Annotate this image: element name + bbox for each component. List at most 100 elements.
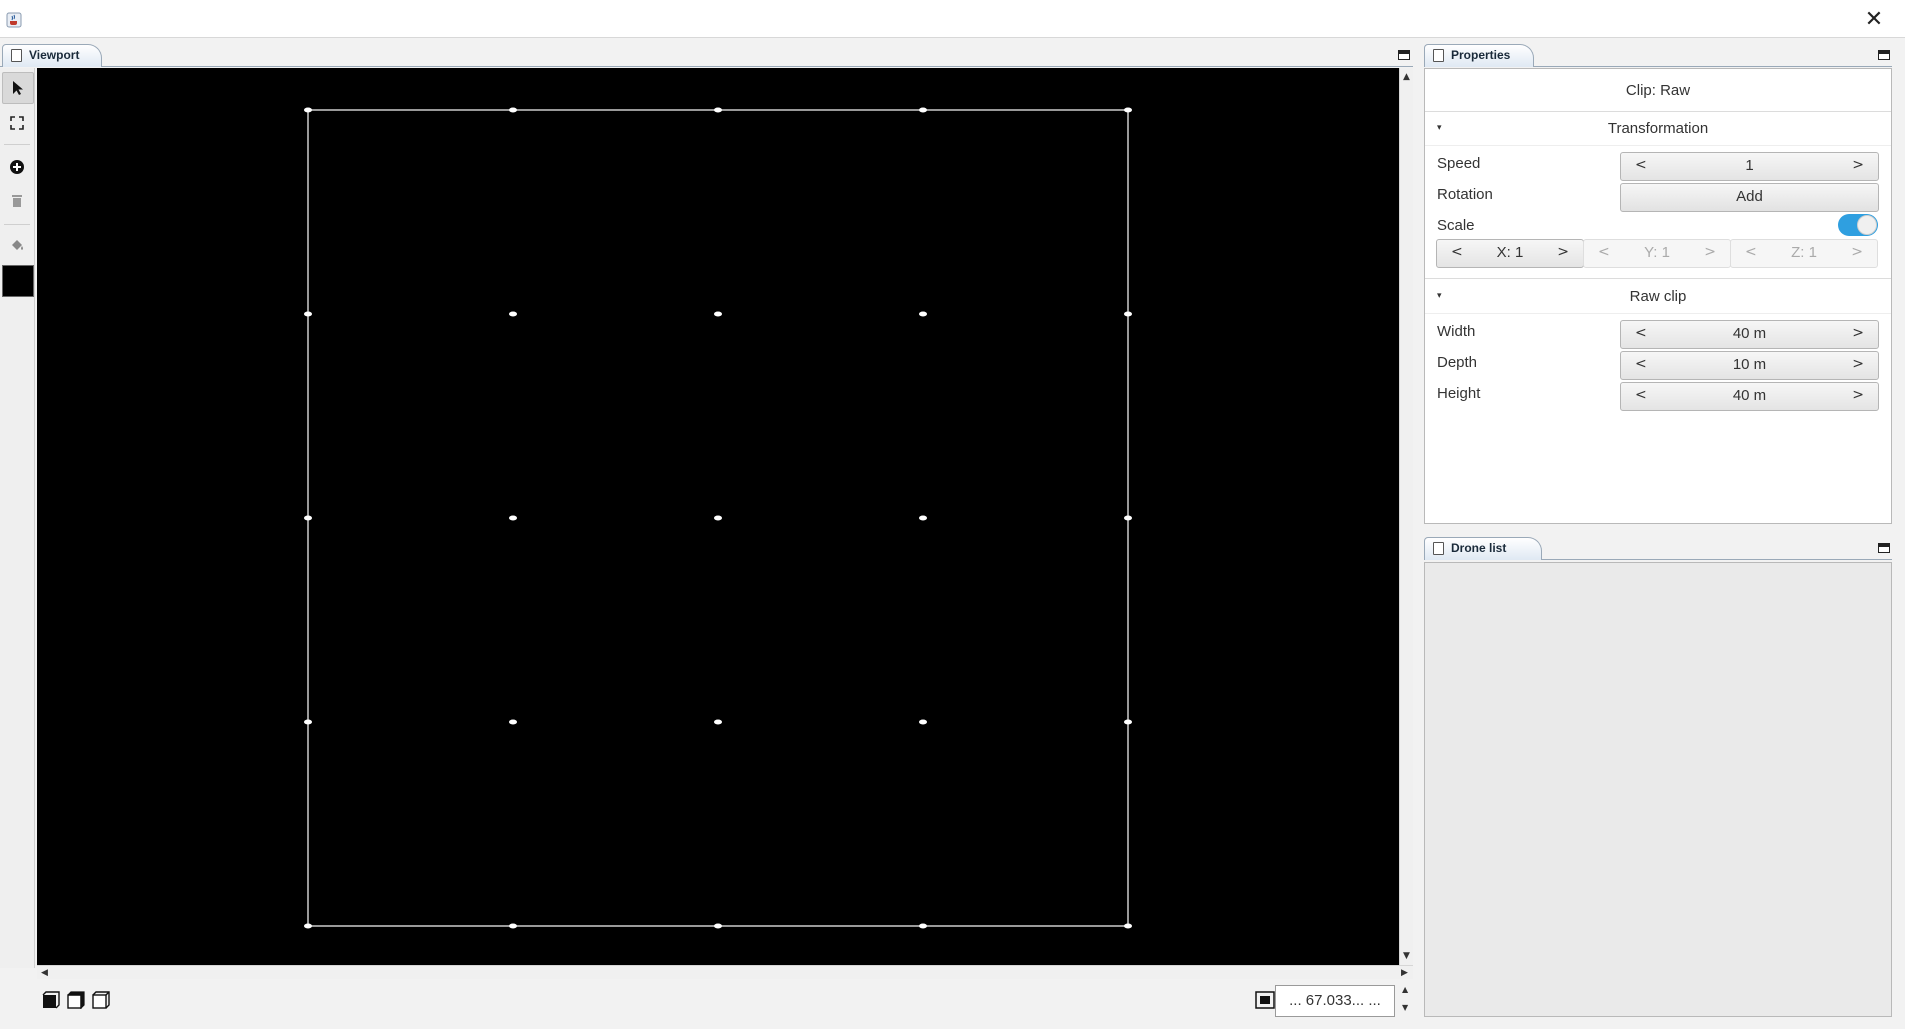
height-value[interactable]: 40 m bbox=[1651, 387, 1848, 404]
java-cup-icon bbox=[6, 12, 22, 28]
viewport-vertical-scrollbar[interactable]: ▲ ▼ bbox=[1399, 68, 1413, 965]
side-view-icon[interactable] bbox=[67, 991, 85, 1009]
raw-clip-section-header[interactable]: ▾ Raw clip bbox=[1425, 281, 1891, 313]
zoom-spinner[interactable]: ▲ ▼ bbox=[1399, 983, 1413, 1019]
drone-handle[interactable] bbox=[714, 923, 722, 929]
fit-view-icon[interactable] bbox=[1255, 991, 1275, 1009]
scale-x-spinner[interactable]: < X: 1 > bbox=[1436, 239, 1584, 268]
drone-handle[interactable] bbox=[919, 515, 927, 521]
properties-tabstrip: Properties bbox=[1424, 42, 1892, 67]
depth-label: Depth bbox=[1437, 354, 1478, 371]
drone-handle[interactable] bbox=[304, 515, 312, 521]
scale-label: Scale bbox=[1437, 217, 1475, 234]
scale-x-value[interactable]: X: 1 bbox=[1467, 244, 1553, 261]
drone-handle[interactable] bbox=[509, 923, 517, 929]
depth-value[interactable]: 10 m bbox=[1651, 356, 1848, 373]
zoom-up-icon[interactable]: ▲ bbox=[1402, 985, 1408, 995]
increment-icon[interactable]: > bbox=[1852, 356, 1864, 372]
paint-bucket-icon bbox=[12, 240, 23, 250]
drone-handle[interactable] bbox=[509, 719, 517, 725]
scroll-down-icon[interactable]: ▼ bbox=[1403, 951, 1410, 961]
depth-spinner[interactable]: < 10 m > bbox=[1620, 351, 1879, 380]
increment-icon: > bbox=[1704, 244, 1716, 260]
drone-handle[interactable] bbox=[1124, 311, 1132, 317]
increment-icon[interactable]: > bbox=[1557, 244, 1569, 260]
height-spinner[interactable]: < 40 m > bbox=[1620, 382, 1879, 411]
drone-handle[interactable] bbox=[509, 107, 517, 113]
increment-icon: > bbox=[1851, 244, 1863, 260]
drone-handle[interactable] bbox=[304, 719, 312, 725]
decrement-icon[interactable]: < bbox=[1635, 356, 1647, 372]
drone-list-tabstrip: Drone list bbox=[1424, 535, 1892, 560]
front-view-icon[interactable] bbox=[42, 991, 60, 1009]
viewport-bottom-bar bbox=[37, 981, 1413, 1019]
decrement-icon: < bbox=[1745, 244, 1757, 260]
increment-icon[interactable]: > bbox=[1852, 387, 1864, 403]
drone-handle[interactable] bbox=[1124, 107, 1132, 113]
tab-properties[interactable]: Properties bbox=[1424, 44, 1534, 67]
color-swatch[interactable] bbox=[2, 265, 34, 297]
add-rotation-button[interactable]: Add bbox=[1620, 183, 1879, 212]
drone-handle[interactable] bbox=[919, 107, 927, 113]
width-label: Width bbox=[1437, 323, 1476, 340]
paint-bucket-button[interactable] bbox=[2, 230, 32, 260]
maximize-drone-list-button[interactable] bbox=[1878, 543, 1890, 553]
delete-button[interactable] bbox=[2, 186, 32, 216]
width-spinner[interactable]: < 40 m > bbox=[1620, 320, 1879, 349]
drone-handle[interactable] bbox=[304, 107, 312, 113]
drone-handle[interactable] bbox=[304, 311, 312, 317]
drone-handle[interactable] bbox=[714, 719, 722, 725]
transformation-section-header[interactable]: ▾ Transformation bbox=[1425, 113, 1891, 145]
properties-panel: Clip: Raw ▾ Transformation Speed < 1 > R… bbox=[1424, 68, 1892, 524]
decrement-icon[interactable]: < bbox=[1635, 157, 1647, 173]
drone-handle[interactable] bbox=[714, 311, 722, 317]
scroll-right-icon[interactable]: ▶ bbox=[1401, 968, 1408, 978]
drone-handle[interactable] bbox=[304, 923, 312, 929]
tab-properties-label: Properties bbox=[1451, 48, 1511, 62]
scroll-up-icon[interactable]: ▲ bbox=[1403, 72, 1410, 82]
increment-icon[interactable]: > bbox=[1852, 325, 1864, 341]
decrement-icon[interactable]: < bbox=[1635, 387, 1647, 403]
maximize-properties-button[interactable] bbox=[1878, 50, 1890, 60]
drone-handle[interactable] bbox=[714, 515, 722, 521]
select-tool-button[interactable] bbox=[2, 72, 34, 104]
tab-drone-list[interactable]: Drone list bbox=[1424, 537, 1542, 560]
fit-frame-button[interactable] bbox=[2, 108, 32, 138]
add-drone-button[interactable] bbox=[2, 152, 32, 182]
maximize-viewport-button[interactable] bbox=[1398, 50, 1410, 60]
scroll-left-icon[interactable]: ◀ bbox=[41, 968, 48, 978]
drone-handle[interactable] bbox=[1124, 515, 1132, 521]
increment-icon[interactable]: > bbox=[1852, 157, 1864, 173]
decrement-icon[interactable]: < bbox=[1635, 325, 1647, 341]
raw-clip-title: Raw clip bbox=[1629, 288, 1687, 305]
zoom-down-icon[interactable]: ▼ bbox=[1402, 1003, 1408, 1013]
speed-spinner[interactable]: < 1 > bbox=[1620, 152, 1879, 181]
scale-z-spinner: < Z: 1 > bbox=[1730, 239, 1878, 268]
delete-trash-icon bbox=[12, 195, 22, 207]
decrement-icon: < bbox=[1598, 244, 1610, 260]
zoom-level-field[interactable]: ... 67.033... ... bbox=[1275, 985, 1395, 1017]
speed-value[interactable]: 1 bbox=[1651, 157, 1848, 174]
drone-handle[interactable] bbox=[919, 923, 927, 929]
rotation-label: Rotation bbox=[1437, 186, 1493, 203]
drone-handle[interactable] bbox=[509, 311, 517, 317]
drone-list-panel[interactable] bbox=[1424, 562, 1892, 1017]
drone-handle[interactable] bbox=[714, 107, 722, 113]
width-value[interactable]: 40 m bbox=[1651, 325, 1848, 342]
drone-handle[interactable] bbox=[1124, 923, 1132, 929]
drone-grid-frame[interactable] bbox=[37, 68, 1399, 965]
window-title-bar: ✕ bbox=[0, 0, 1905, 38]
viewport-horizontal-scrollbar[interactable]: ◀ ▶ bbox=[37, 965, 1413, 979]
uniform-scale-toggle[interactable] bbox=[1838, 214, 1878, 236]
drone-handle[interactable] bbox=[919, 719, 927, 725]
decrement-icon[interactable]: < bbox=[1451, 244, 1463, 260]
close-window-button[interactable]: ✕ bbox=[1858, 6, 1890, 34]
drone-handle[interactable] bbox=[509, 515, 517, 521]
tab-viewport[interactable]: Viewport bbox=[2, 44, 102, 67]
height-label: Height bbox=[1437, 385, 1481, 402]
scale-z-value: Z: 1 bbox=[1791, 244, 1817, 261]
viewport-canvas[interactable] bbox=[37, 68, 1399, 965]
top-view-icon[interactable] bbox=[92, 991, 110, 1009]
drone-handle[interactable] bbox=[1124, 719, 1132, 725]
drone-handle[interactable] bbox=[919, 311, 927, 317]
